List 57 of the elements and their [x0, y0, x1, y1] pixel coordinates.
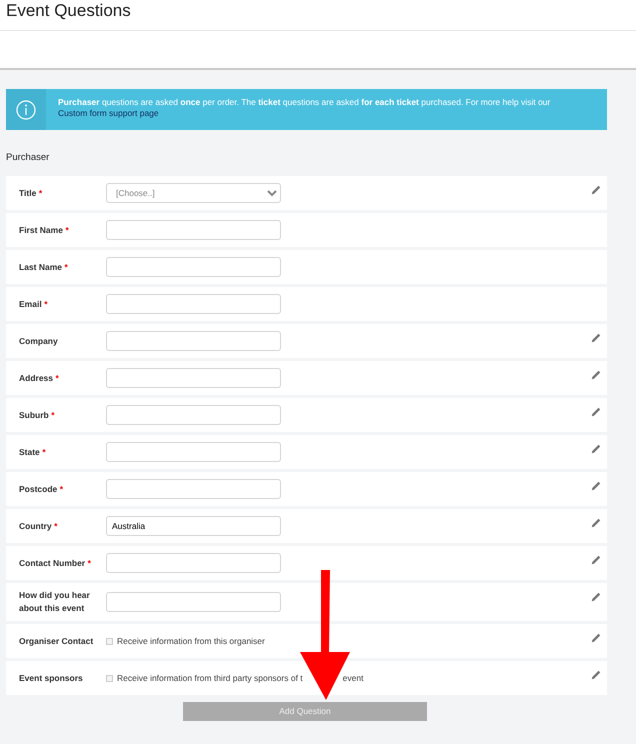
pencil-icon[interactable] — [591, 333, 601, 344]
required-mark: * — [44, 298, 48, 308]
checkbox[interactable] — [106, 674, 113, 682]
pencil-icon[interactable] — [591, 185, 601, 196]
required-mark: * — [65, 224, 69, 234]
required-mark: * — [54, 520, 58, 530]
required-mark: * — [60, 484, 64, 494]
input-field[interactable] — [106, 331, 281, 352]
question-label: Suburb — [19, 410, 49, 420]
support-link[interactable]: Custom form support page — [58, 108, 159, 118]
question-label: First Name — [19, 224, 63, 234]
input-field[interactable] — [106, 257, 281, 278]
input-field[interactable] — [106, 368, 281, 388]
section-heading: Purchaser — [5, 151, 50, 165]
question-label: State — [19, 446, 40, 456]
question-label: Email — [19, 298, 42, 308]
question-label: Postcode — [19, 484, 58, 494]
pencil-icon[interactable] — [591, 555, 601, 566]
question-label: Organiser Contact — [19, 636, 94, 646]
required-mark: * — [56, 372, 59, 382]
question-label: Event sponsors — [19, 672, 83, 682]
pencil-icon[interactable] — [591, 592, 601, 602]
info-icon — [16, 100, 36, 120]
pencil-icon[interactable] — [591, 407, 601, 418]
checkbox-label: event — [342, 672, 364, 685]
pencil-icon[interactable] — [591, 481, 601, 492]
input-field[interactable] — [106, 479, 281, 500]
pencil-icon[interactable] — [591, 633, 601, 644]
required-mark: * — [51, 410, 55, 420]
required-mark: * — [38, 188, 42, 198]
input-field[interactable] — [106, 442, 281, 462]
checkbox-label: Receive information from third party sponsors of t — [117, 672, 303, 685]
checkbox[interactable] — [106, 638, 113, 645]
question-label: Country — [19, 520, 52, 530]
input-field[interactable] — [106, 294, 281, 314]
required-mark: * — [64, 262, 68, 272]
question-label: Contact Number — [19, 558, 86, 568]
input-field[interactable] — [106, 592, 281, 612]
required-mark: * — [88, 558, 91, 568]
pencil-icon[interactable] — [591, 370, 601, 380]
question-label: Address — [19, 372, 54, 382]
title-select[interactable]: [Choose..] — [106, 183, 281, 204]
question-label: Company — [19, 336, 58, 346]
question-label: Title — [19, 188, 36, 198]
pencil-icon[interactable] — [591, 444, 601, 454]
input-field[interactable] — [106, 405, 281, 426]
pencil-icon[interactable] — [591, 670, 601, 680]
pencil-icon[interactable] — [591, 518, 601, 528]
question-label: How did you hear about this event — [19, 590, 90, 614]
checkbox-label: Receive information from this organiser — [117, 634, 265, 648]
page-title: Event Questions — [6, 1, 131, 20]
input-field[interactable]: Australia — [106, 516, 281, 536]
input-field[interactable] — [106, 220, 281, 240]
info-text: Purchaser questions are asked once per order. The ticket questions are asked for each ticket purchased. For more help visit our — [58, 97, 550, 107]
question-label: Last Name — [19, 262, 62, 272]
input-field[interactable] — [106, 553, 281, 574]
required-mark: * — [42, 446, 46, 456]
